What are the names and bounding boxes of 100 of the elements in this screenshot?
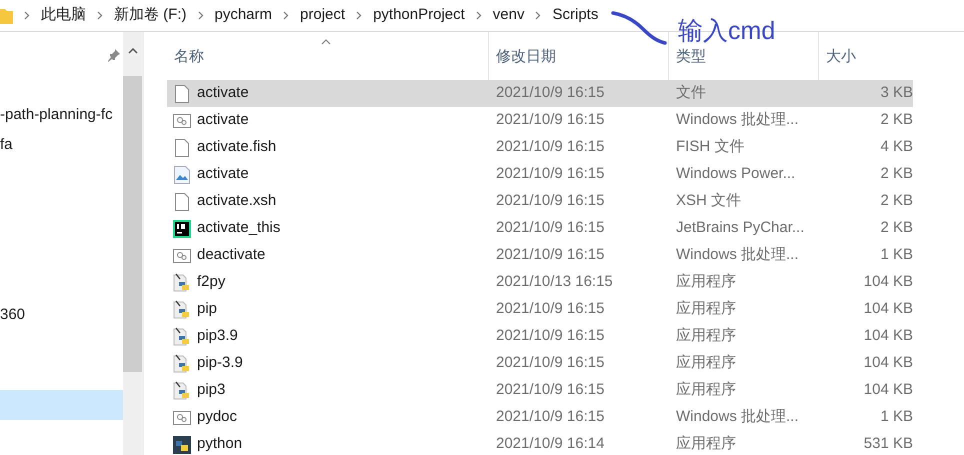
pycharm-icon [173, 220, 191, 238]
file-size: 104 KB [862, 353, 913, 374]
modified-date: 2021/10/9 16:15 [495, 83, 606, 104]
file-name: pydoc [197, 407, 238, 428]
sidebar-item[interactable]: 360 [0, 300, 123, 330]
file-type: 应用程序 [675, 380, 737, 400]
file-type: Windows Power... [675, 164, 796, 184]
file-row[interactable]: activate 2021/10/9 16:15 Windows Power... 2 KB [167, 161, 913, 188]
scrollbar-thumb[interactable] [123, 76, 142, 372]
file-icon [175, 84, 189, 102]
file-row[interactable]: pydoc 2021/10/9 16:15 Windows 批处理... 1 KB [167, 404, 913, 431]
file-name: pip3 [197, 380, 226, 400]
file-size: 2 KB [879, 164, 913, 184]
breadcrumb-item[interactable]: project [300, 4, 346, 27]
file-type: Windows 批处理... [675, 245, 800, 266]
gear-file-icon [173, 248, 191, 262]
sort-caret-icon[interactable] [321, 39, 331, 45]
column-header[interactable]: 类型 [676, 48, 706, 64]
file-size: 104 KB [862, 272, 913, 292]
file-size: 1 KB [879, 407, 913, 428]
modified-date: 2021/10/9 16:15 [495, 380, 606, 400]
modified-date: 2021/10/9 16:15 [495, 353, 606, 374]
file-size: 1 KB [879, 245, 913, 266]
file-row[interactable]: activate 2021/10/9 16:15 Windows 批处理... 2 KB [167, 107, 913, 134]
python-app-icon [173, 436, 191, 454]
file-type: JetBrains PyChar... [675, 218, 806, 238]
pin-icon[interactable] [107, 49, 120, 62]
column-header[interactable]: 大小 [826, 48, 856, 64]
file-type: Windows 批处理... [675, 110, 800, 130]
file-row[interactable]: f2py 2021/10/13 16:15 应用程序 104 KB [167, 269, 913, 296]
file-type: FISH 文件 [675, 137, 746, 158]
file-name: activate [197, 83, 249, 104]
breadcrumb-item[interactable]: 新加卷 (F:) [114, 4, 186, 27]
breadcrumb-item[interactable]: Scripts [552, 4, 598, 27]
image-file-icon [174, 166, 190, 184]
file-icon [175, 138, 189, 156]
gear-file-icon [173, 114, 191, 128]
scroll-up-icon[interactable] [128, 48, 138, 54]
file-name: activate [197, 110, 249, 130]
file-name: activate.fish [197, 137, 276, 158]
file-size: 2 KB [879, 110, 913, 130]
column-header[interactable]: 修改日期 [496, 48, 556, 64]
file-name: activate.xsh [197, 191, 276, 212]
file-row[interactable]: activate_this 2021/10/9 16:15 JetBrains PyChar... 2 KB [167, 215, 913, 242]
breadcrumb-item[interactable]: venv [492, 4, 524, 27]
folder-icon [0, 8, 13, 24]
file-type: 应用程序 [675, 272, 737, 292]
file-name: pip-3.9 [197, 353, 243, 374]
file-size: 104 KB [862, 326, 913, 346]
breadcrumb-item[interactable]: pycharm [214, 4, 272, 27]
python-script-icon [173, 381, 191, 400]
file-type: 应用程序 [675, 353, 737, 374]
file-row[interactable]: activate.xsh 2021/10/9 16:15 XSH 文件 2 KB [167, 188, 913, 215]
modified-date: 2021/10/9 16:15 [495, 299, 606, 320]
chevron-icon [97, 11, 103, 20]
file-row[interactable]: activate.fish 2021/10/9 16:15 FISH 文件 4 KB [167, 134, 913, 161]
file-row[interactable]: pip 2021/10/9 16:15 应用程序 104 KB [167, 296, 913, 323]
column-header[interactable]: 名称 [174, 48, 204, 64]
chevron-icon [283, 11, 290, 20]
chevron-icon [535, 11, 542, 20]
file-size: 104 KB [862, 299, 913, 320]
sidebar-item[interactable]: -path-planning-fc [0, 100, 123, 130]
modified-date: 2021/10/9 16:15 [495, 218, 606, 238]
file-row[interactable]: pip-3.9 2021/10/9 16:15 应用程序 104 KB [167, 350, 913, 377]
annotation-text: 输入cmd [678, 17, 776, 46]
sidebar-item[interactable]: fa [0, 130, 123, 160]
modified-date: 2021/10/9 16:15 [495, 110, 606, 130]
file-row[interactable]: pip3 2021/10/9 16:15 应用程序 104 KB [167, 377, 913, 404]
modified-date: 2021/10/9 16:15 [495, 137, 606, 158]
chevron-icon [356, 11, 362, 20]
file-icon [175, 192, 189, 210]
file-name: activate_this [197, 218, 280, 238]
file-size: 104 KB [862, 380, 913, 400]
file-name: pip [197, 299, 218, 320]
file-name: pip3.9 [197, 326, 238, 346]
python-script-icon [173, 300, 191, 319]
modified-date: 2021/10/9 16:15 [495, 245, 606, 266]
python-script-icon [173, 354, 191, 373]
file-row[interactable]: pip3.9 2021/10/9 16:15 应用程序 104 KB [167, 323, 913, 350]
file-row[interactable]: activate 2021/10/9 16:15 文件 3 KB [167, 80, 913, 107]
modified-date: 2021/10/9 16:14 [495, 434, 606, 454]
file-name: python [197, 434, 242, 454]
file-type: 应用程序 [675, 326, 737, 346]
file-name: f2py [197, 272, 226, 292]
file-type: Windows 批处理... [675, 407, 800, 428]
file-row[interactable]: python 2021/10/9 16:14 应用程序 531 KB [167, 431, 913, 455]
python-script-icon [173, 273, 191, 292]
file-size: 2 KB [879, 191, 913, 212]
scrollbar[interactable] [123, 32, 143, 455]
modified-date: 2021/10/9 16:15 [495, 326, 606, 346]
breadcrumb-item[interactable]: 此电脑 [41, 4, 86, 27]
file-type: XSH 文件 [675, 191, 742, 212]
chevron-icon [198, 11, 204, 20]
chevron-icon [24, 11, 30, 20]
file-size: 2 KB [879, 218, 913, 238]
modified-date: 2021/10/9 16:15 [495, 164, 606, 184]
file-row[interactable]: deactivate 2021/10/9 16:15 Windows 批处理... 1 KB [167, 242, 913, 269]
modified-date: 2021/10/9 16:15 [495, 407, 606, 428]
file-size: 3 KB [879, 83, 913, 104]
breadcrumb-item[interactable]: pythonProject [373, 4, 465, 27]
